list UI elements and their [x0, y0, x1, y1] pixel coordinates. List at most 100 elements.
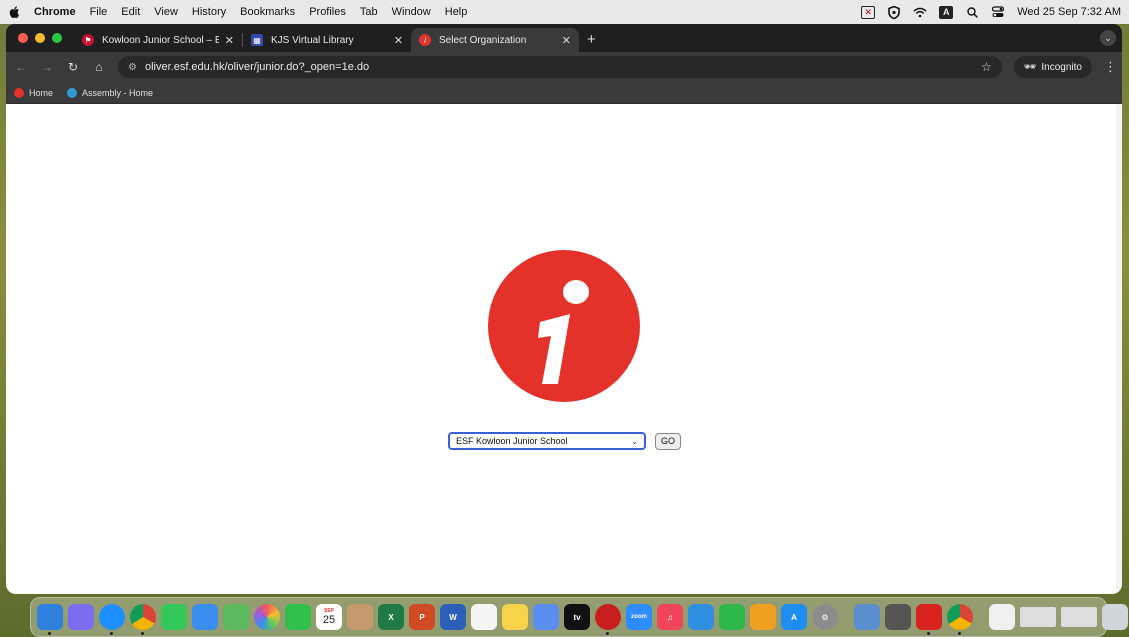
- menu-tab[interactable]: Tab: [360, 6, 378, 18]
- music-icon[interactable]: ♫: [657, 604, 683, 630]
- safari-icon[interactable]: [99, 604, 125, 635]
- menu-profiles[interactable]: Profiles: [309, 6, 346, 18]
- wifi-icon[interactable]: [913, 5, 927, 19]
- notes-icon[interactable]: [502, 604, 528, 630]
- photobooth-icon[interactable]: [595, 604, 621, 635]
- zoom-icon[interactable]: zoom: [626, 604, 652, 630]
- numbers-icon[interactable]: [719, 604, 745, 630]
- xmark-status-icon[interactable]: ✕: [861, 5, 876, 19]
- tab-close-icon[interactable]: ✕: [225, 34, 234, 47]
- menu-window[interactable]: Window: [392, 6, 431, 18]
- dock: SEP 25 X P W tv zoom ♫ A ⚙: [30, 597, 1128, 637]
- menu-help[interactable]: Help: [445, 6, 468, 18]
- forward-arrow-icon[interactable]: →: [40, 60, 54, 74]
- tab-kowloon-junior-school[interactable]: ⚑ Kowloon Junior School – ESF ✕: [74, 28, 242, 52]
- launchpad-icon[interactable]: [68, 604, 94, 630]
- trash-icon[interactable]: [1102, 604, 1128, 630]
- go-button[interactable]: GO: [655, 432, 682, 450]
- menubar-clock[interactable]: Wed 25 Sep 7:32 AM: [1017, 6, 1121, 18]
- appletv-label: tv: [573, 612, 581, 622]
- zoom-window-button[interactable]: [52, 33, 62, 43]
- bookmark-star-icon[interactable]: ☆: [981, 60, 992, 74]
- menu-bar: Chrome File Edit View History Bookmarks …: [0, 0, 1129, 24]
- tab-search-chevron-icon[interactable]: ⌄: [1100, 30, 1116, 46]
- bookmark-label: Assembly - Home: [82, 87, 154, 98]
- tab-label: Kowloon Junior School – ESF: [102, 34, 219, 46]
- acrobat-icon[interactable]: [916, 604, 942, 635]
- keynote-icon[interactable]: [688, 604, 714, 630]
- menu-history[interactable]: History: [192, 6, 226, 18]
- assembly-bookmark-icon: [67, 87, 78, 98]
- menu-app-name[interactable]: Chrome: [34, 6, 76, 18]
- tab-close-icon[interactable]: ✕: [394, 34, 403, 47]
- tab-close-icon[interactable]: ✕: [562, 34, 571, 47]
- page-content: ESF Kowloon Junior School ⌄ GO: [6, 104, 1122, 594]
- reminders-icon[interactable]: [471, 604, 497, 630]
- calendar-icon[interactable]: SEP 25: [316, 604, 342, 630]
- control-center-icon[interactable]: [991, 5, 1005, 19]
- apple-menu-icon[interactable]: [8, 5, 20, 19]
- organization-select[interactable]: ESF Kowloon Junior School ⌄: [448, 432, 646, 450]
- printer-icon[interactable]: [885, 604, 911, 630]
- chrome-icon-2[interactable]: [947, 604, 973, 635]
- pages-icon[interactable]: [750, 604, 776, 630]
- powerpoint-icon[interactable]: P: [409, 604, 435, 630]
- freeform-icon[interactable]: [533, 604, 559, 630]
- photos-icon[interactable]: [254, 604, 280, 630]
- facetime-icon[interactable]: [285, 604, 311, 630]
- new-tab-icon[interactable]: +: [579, 31, 604, 52]
- menu-view[interactable]: View: [154, 6, 178, 18]
- tab-kjs-virtual-library[interactable]: ▦ KJS Virtual Library ✕: [243, 28, 411, 52]
- minimize-window-button[interactable]: [35, 33, 45, 43]
- word-icon[interactable]: W: [440, 604, 466, 630]
- tab-strip: ⚑ Kowloon Junior School – ESF ✕ ▦ KJS Vi…: [6, 24, 1122, 52]
- window-thumb-icon[interactable]: [1020, 607, 1056, 627]
- library-favicon-icon: ▦: [251, 34, 263, 46]
- spotlight-search-icon[interactable]: [965, 5, 979, 19]
- preview-icon[interactable]: [854, 604, 880, 630]
- browser-toolbar: ← → ↻ ⌂ ⚙ oliver.esf.edu.hk/oliver/junio…: [6, 52, 1122, 82]
- excel-icon[interactable]: X: [378, 604, 404, 630]
- bookmark-assembly-home[interactable]: Assembly - Home: [67, 87, 154, 98]
- window-controls: [6, 33, 74, 52]
- calendar-day: 25: [322, 614, 336, 626]
- back-arrow-icon[interactable]: ←: [14, 60, 28, 74]
- organization-select-value: ESF Kowloon Junior School: [456, 436, 568, 446]
- tab-label: KJS Virtual Library: [271, 34, 354, 46]
- site-info-icon[interactable]: ⚙: [128, 62, 137, 73]
- finder-icon[interactable]: [37, 604, 63, 635]
- window-thumb-icon-2[interactable]: [1061, 607, 1097, 627]
- vpn-shield-icon[interactable]: [887, 5, 901, 19]
- menu-edit[interactable]: Edit: [121, 6, 140, 18]
- appletv-icon[interactable]: tv: [564, 604, 590, 630]
- messages-icon[interactable]: [161, 604, 187, 630]
- chrome-icon[interactable]: [130, 604, 156, 635]
- downloads-icon[interactable]: [989, 604, 1015, 630]
- esf-favicon-icon: ⚑: [82, 34, 94, 46]
- bookmark-home[interactable]: Home: [14, 87, 53, 98]
- systemsettings-icon[interactable]: ⚙: [812, 604, 838, 630]
- contacts-icon[interactable]: [347, 604, 373, 630]
- url-text[interactable]: oliver.esf.edu.hk/oliver/junior.do?_open…: [145, 61, 369, 73]
- tab-label: Select Organization: [439, 34, 527, 46]
- menu-bookmarks[interactable]: Bookmarks: [240, 6, 295, 18]
- page-scrollbar[interactable]: [1116, 104, 1122, 594]
- incognito-indicator[interactable]: 🕶 Incognito: [1013, 56, 1092, 78]
- address-bar[interactable]: ⚙ oliver.esf.edu.hk/oliver/junior.do?_op…: [118, 56, 1002, 78]
- appstore-icon[interactable]: A: [781, 604, 807, 630]
- tab-select-organization[interactable]: i Select Organization ✕: [411, 28, 579, 52]
- incognito-label: Incognito: [1041, 61, 1082, 73]
- reload-icon[interactable]: ↻: [66, 60, 80, 74]
- close-window-button[interactable]: [18, 33, 28, 43]
- oliver-favicon-icon: i: [419, 34, 431, 46]
- oliver-bookmark-icon: [14, 87, 24, 98]
- maps-icon[interactable]: [223, 604, 249, 630]
- browser-window: ⚑ Kowloon Junior School – ESF ✕ ▦ KJS Vi…: [6, 24, 1122, 594]
- mail-icon[interactable]: [192, 604, 218, 630]
- oliver-info-logo-icon: [488, 250, 640, 402]
- input-source-icon[interactable]: A: [939, 5, 954, 19]
- more-menu-icon[interactable]: ⋮: [1104, 59, 1117, 75]
- incognito-icon: 🕶: [1023, 61, 1037, 73]
- menu-file[interactable]: File: [90, 6, 108, 18]
- home-icon[interactable]: ⌂: [92, 60, 106, 74]
